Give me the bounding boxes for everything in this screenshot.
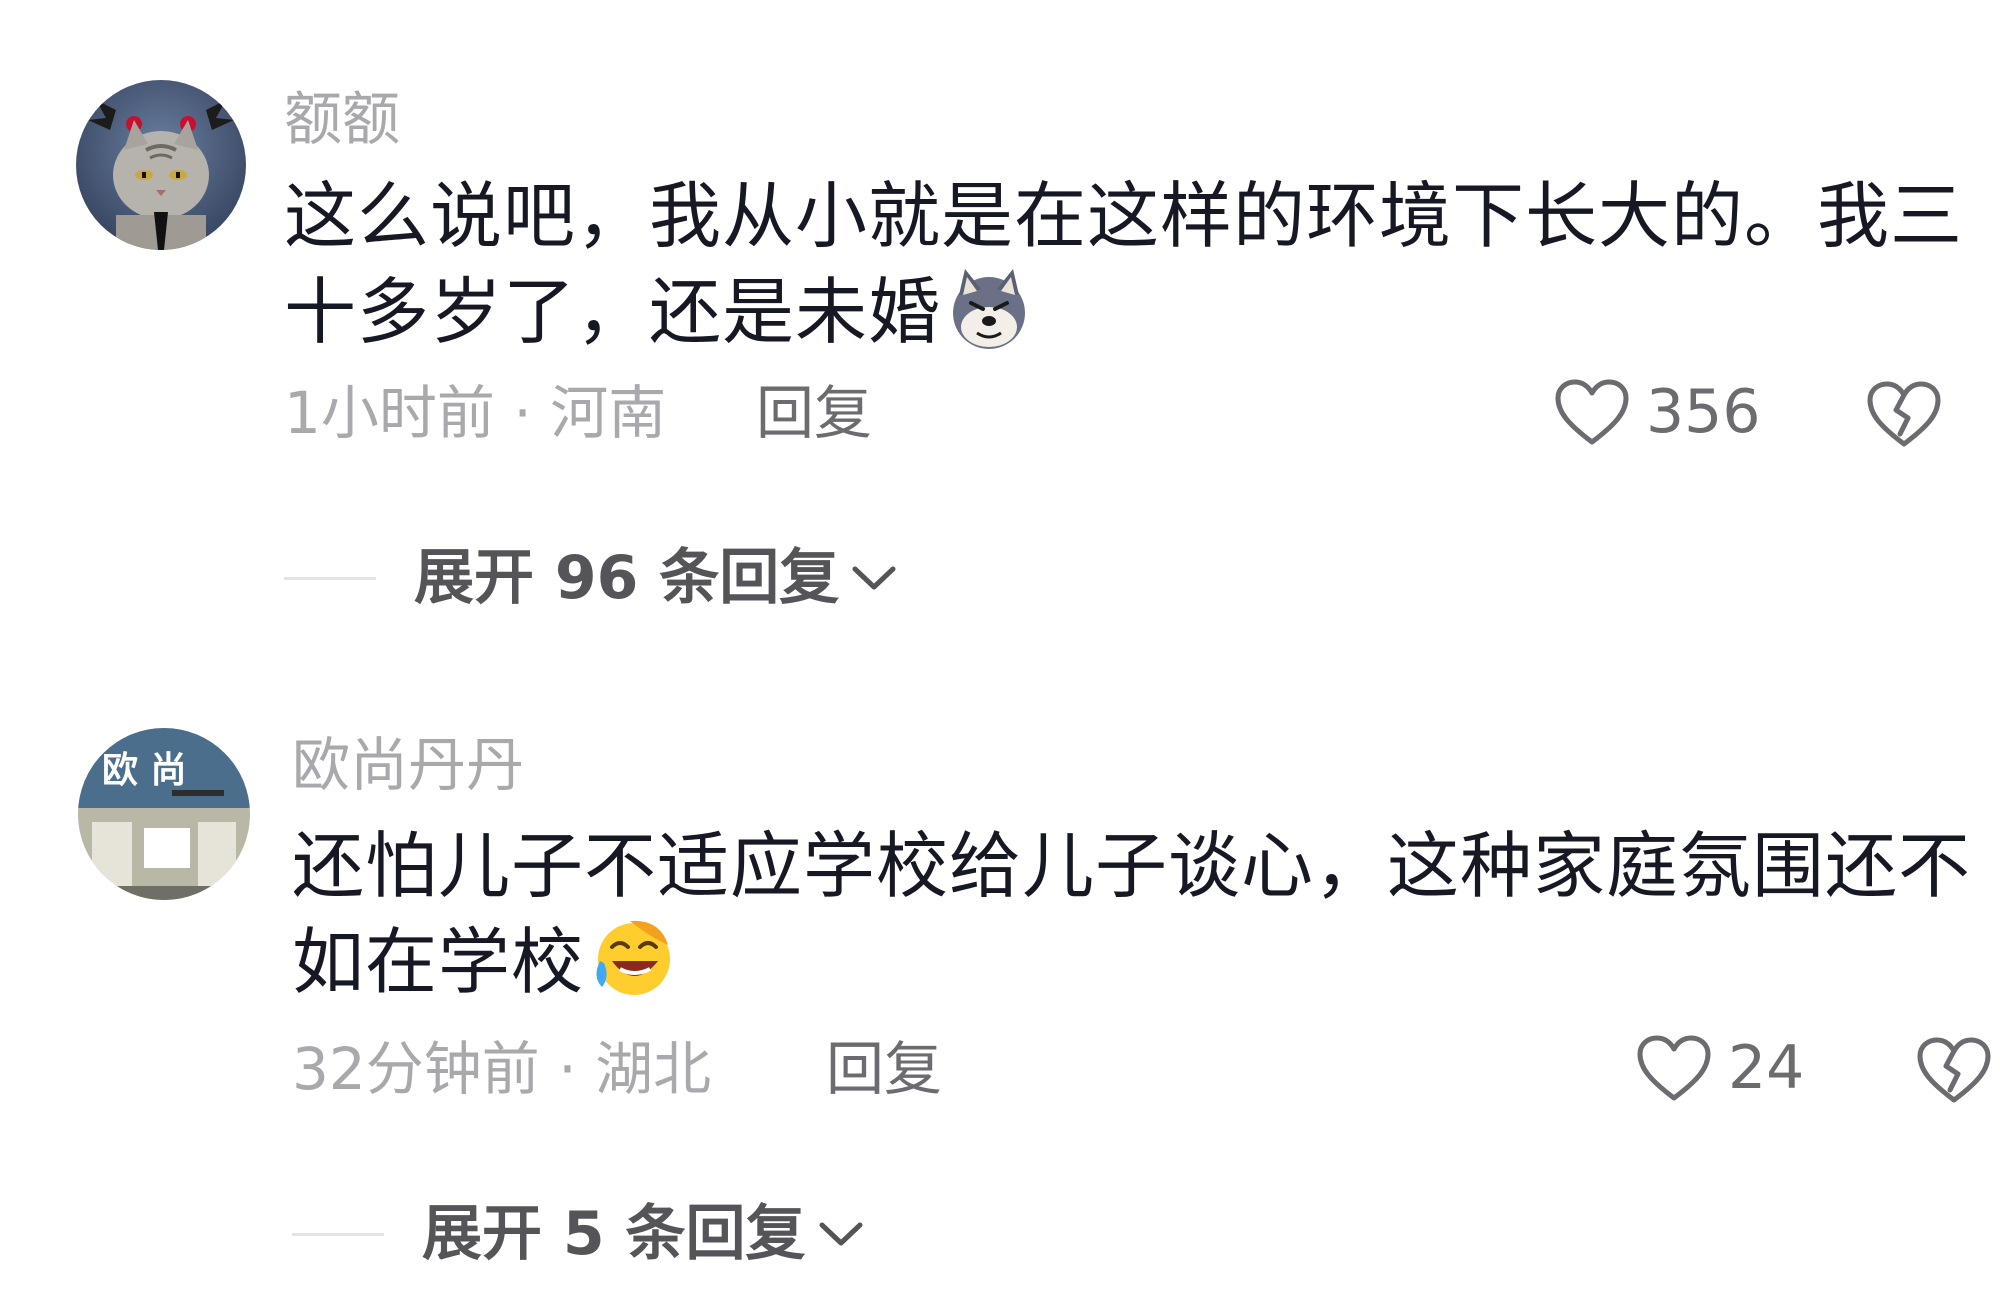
expand-replies-button[interactable]: 展开 5 条回复 [292,1204,866,1264]
comment-text: 还怕儿子不适应学校给儿子谈心，这种家庭氛围还不 如在学校 [292,818,1971,1010]
broken-heart-icon[interactable] [1916,1034,1992,1104]
husky-dog-emoji-icon [953,269,1026,349]
avatar[interactable] [76,80,246,250]
comment-text-line: 还怕儿子不适应学校给儿子谈心，这种家庭氛围还不 [292,824,1972,908]
comment-meta: 1小时前 · 河南 [284,379,667,447]
reply-button[interactable]: 回复 [756,384,872,442]
divider [284,576,376,580]
like-button[interactable]: 356 [1554,378,1761,446]
divider [292,1232,384,1236]
comment-text-line: 这么说吧，我从小就是在这样的环境下长大的。我三 [284,174,1964,258]
expand-replies-label: 展开 96 条回复 [414,543,840,613]
broken-heart-icon[interactable] [1866,378,1942,448]
store-front-avatar-icon: 欧 尚 [78,728,250,900]
username[interactable]: 额额 [284,90,400,148]
like-button[interactable]: 24 [1636,1034,1804,1102]
expand-replies-label: 展开 5 条回复 [422,1199,806,1269]
reply-button[interactable]: 回复 [826,1040,942,1098]
comment-text-line: 十多岁了，还是未婚 [284,264,1963,360]
rolling-laughing-emoji-icon [596,920,671,995]
chevron-down-icon [852,566,896,590]
username[interactable]: 欧尚丹丹 [292,736,524,794]
chevron-down-icon [819,1222,863,1246]
avatar-store-sign: 欧 尚 [102,750,187,791]
heart-icon [1555,379,1629,445]
comment-text: 这么说吧，我从小就是在这样的环境下长大的。我三 十多岁了，还是未婚 [284,168,1963,360]
like-count: 24 [1728,1033,1805,1103]
comment-text-line: 如在学校 [292,914,1971,1010]
like-count: 356 [1646,377,1761,447]
avatar[interactable]: 欧 尚 [78,728,250,900]
expand-replies-button[interactable]: 展开 96 条回复 [284,548,899,608]
comment-text-line-content: 如在学校 [292,920,585,1004]
cat-avatar-icon [76,80,246,250]
heart-icon [1637,1035,1711,1101]
comment-text-line-content: 十多岁了，还是未婚 [284,270,942,354]
comment-meta: 32分钟前 · 湖北 [292,1035,712,1103]
